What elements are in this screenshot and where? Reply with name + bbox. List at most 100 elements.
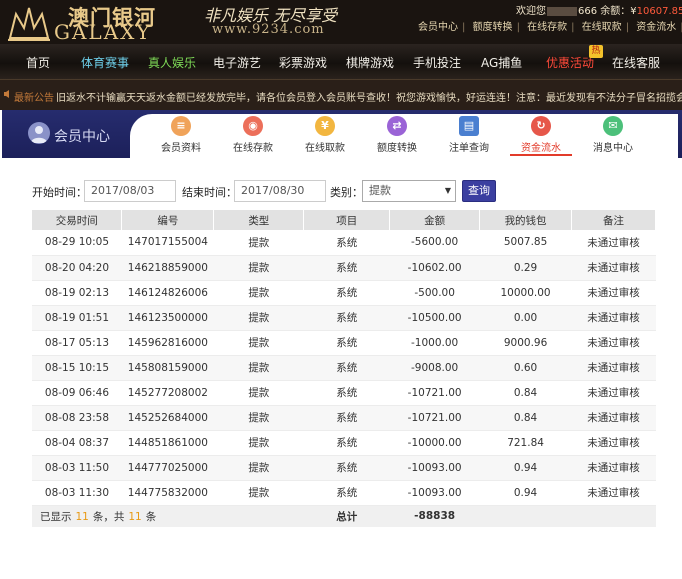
col-header: 项目 [303,210,391,230]
cell-remark: 未通过审核 [571,380,656,406]
table-row: 08-15 10:15 145808159000 提款 系统 -9008.00 0.60 未… [32,355,656,381]
cell-amount: -5600.00 [389,230,480,256]
cell-trade-time: 08-04 08:37 [32,430,122,456]
link-online-deposit[interactable]: 在线存款 [527,22,567,33]
crown-logo-icon [8,7,50,41]
link-credit-transfer[interactable]: 额度转换 [473,22,513,33]
main-nav: 首页 体育赛事 真人娱乐 电子游艺 彩票游戏 棋牌游戏 手机投注 AG捕鱼 优惠… [0,44,682,80]
cell-wallet-balance: 9000.96 [479,330,572,356]
total-label: 总计 [303,505,390,527]
type-select[interactable]: 提款 ▼ [362,180,456,202]
cell-item: 系统 [303,355,390,381]
cell-amount: -10721.00 [389,380,480,406]
cell-item: 系统 [303,280,390,306]
cell-trade-time: 08-29 10:05 [32,230,122,256]
nav-sports[interactable]: 体育赛事 [81,54,129,71]
type-selected-value: 提款 [369,184,391,197]
cell-serial-number: 145962816000 [121,330,214,356]
cell-serial-number: 144777025000 [121,455,214,481]
logo-english: GALAXY [54,20,152,44]
balance-label: 余额：¥ [600,6,637,17]
nav-ag-fishing[interactable]: AG捕鱼 [481,54,522,71]
tab-label: 注单查询 [449,143,489,154]
link-online-withdraw[interactable]: 在线取款 [582,22,622,33]
cell-amount: -500.00 [389,280,480,306]
nav-live-casino[interactable]: 真人娱乐 [148,54,196,71]
member-info-icon: ≡ [171,116,191,136]
cell-amount: -10093.00 [389,455,480,481]
cell-amount: -10000.00 [389,430,480,456]
tab-label: 额度转换 [377,143,417,154]
summary-row: 已显示 11 条，共 11 条总计 -88838 [32,505,656,527]
welcome-info: 欢迎您 666 余额：¥10607.85 [516,2,682,17]
member-tabs: ≡ 会员资料 ◉ 在线存款 ¥ 在线取款 ⇄ 额度转换 ▤ 注单查询 ↻ 资金流… [130,114,678,158]
announcement-label: 最新公告 [14,93,54,104]
piggy-bank-icon: ◉ [243,116,263,136]
start-time-input[interactable]: 2017/08/03 [84,180,176,202]
username-blurred [547,6,577,16]
empty-cell [479,505,572,527]
total-count: 11 [128,510,142,523]
cell-amount: -10500.00 [389,305,480,331]
link-fund-flow[interactable]: 资金流水 [636,22,676,33]
cell-type: 提款 [213,480,304,506]
cell-trade-time: 08-03 11:30 [32,480,122,506]
table-row: 08-04 08:37 144851861000 提款 系统 -10000.00 721.… [32,430,656,456]
chevron-down-icon: ▼ [444,186,451,195]
cell-wallet-balance: 0.84 [479,405,572,431]
nav-promotions[interactable]: 优惠活动 [546,54,594,71]
table-row: 08-09 06:46 145277208002 提款 系统 -10721.00 0.84… [32,380,656,406]
cell-trade-time: 08-03 11:50 [32,455,122,481]
table-row: 08-17 05:13 145962816000 提款 系统 -1000.00 9000.… [32,330,656,356]
total-amount: -88838 [389,505,480,527]
table-header-row: 交易时间 编号 类型 项目 金额 我的钱包 备注 [32,210,656,230]
cell-item: 系统 [303,455,390,481]
cell-item: 系统 [303,305,390,331]
cell-serial-number: 146123500000 [121,305,214,331]
link-member-center[interactable]: 会员中心 [418,22,458,33]
avatar-icon [28,122,50,144]
nav-online-service[interactable]: 在线客服 [612,54,660,71]
col-header: 类型 [213,210,305,230]
nav-slots[interactable]: 电子游艺 [213,54,261,71]
cell-wallet-balance: 721.84 [479,430,572,456]
member-bar: 会员中心 ≡ 会员资料 ◉ 在线存款 ¥ 在线取款 ⇄ 额度转换 ▤ 注单查询 … [2,110,682,158]
cell-wallet-balance: 0.84 [479,380,572,406]
nav-lottery[interactable]: 彩票游戏 [279,54,327,71]
nav-board-games[interactable]: 棋牌游戏 [346,54,394,71]
document-icon: ▤ [459,116,479,136]
cell-amount: -10093.00 [389,480,480,506]
shown-count: 11 [75,510,89,523]
cell-item: 系统 [303,230,390,256]
cell-type: 提款 [213,230,304,256]
query-button[interactable]: 查询 [462,180,496,202]
col-header: 交易时间 [32,210,123,230]
end-time-input[interactable]: 2017/08/30 [234,180,326,202]
galaxy-logo[interactable]: 澳门银河 GALAXY [6,0,202,44]
tab-label: 资金流水 [521,143,561,154]
tab-member-info[interactable]: ≡ 会员资料 [150,116,212,156]
shown-prefix: 已显示 [40,510,72,523]
table-row: 08-03 11:30 144775832000 提款 系统 -10093.00 0.94… [32,480,656,506]
nav-home[interactable]: 首页 [26,54,50,71]
cell-item: 系统 [303,330,390,356]
tab-fund-flow[interactable]: ↻ 资金流水 [510,116,572,156]
cell-amount: -10721.00 [389,405,480,431]
tab-message-center[interactable]: ✉ 消息中心 [582,116,644,156]
tab-online-deposit[interactable]: ◉ 在线存款 [222,116,284,156]
cell-type: 提款 [213,430,304,456]
nav-mobile-betting[interactable]: 手机投注 [413,54,461,71]
cell-remark: 未通过审核 [571,330,656,356]
cell-wallet-balance: 0.60 [479,355,572,381]
cell-trade-time: 08-19 01:51 [32,305,122,331]
cell-remark: 未通过审核 [571,480,656,506]
cell-serial-number: 147017155004 [121,230,214,256]
col-header: 我的钱包 [479,210,573,230]
tab-bet-history[interactable]: ▤ 注单查询 [438,116,500,156]
tab-credit-transfer[interactable]: ⇄ 额度转换 [366,116,428,156]
tab-online-withdraw[interactable]: ¥ 在线取款 [294,116,356,156]
cell-remark: 未通过审核 [571,230,656,256]
welcome-label: 欢迎您 [516,6,546,17]
fund-flow-content: 开始时间： 2017/08/03 结束时间： 2017/08/30 类别： 提款… [2,158,680,579]
empty-cell [571,505,656,527]
